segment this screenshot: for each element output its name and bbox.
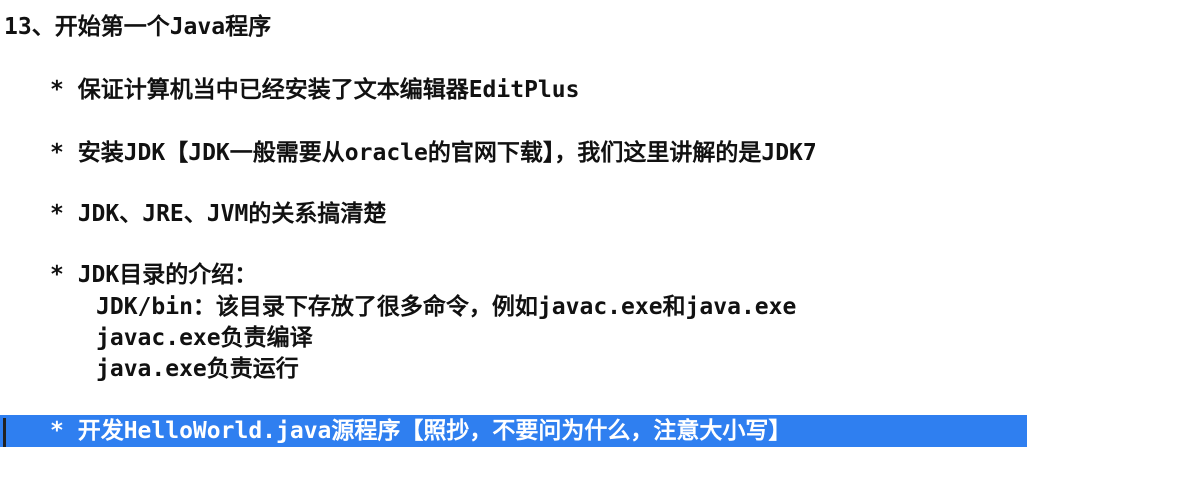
jdk-bin-description: JDK/bin：该目录下存放了很多命令，例如javac.exe和java.exe <box>96 294 797 320</box>
bullet-jdk-jre-jvm: * JDK、JRE、JVM的关系搞清楚 <box>50 201 387 227</box>
selected-text-line[interactable]: * 开发HelloWorld.java源程序【照抄，不要问为什么，注意大小写】 <box>0 415 1027 447</box>
bullet-jdk-directory: * JDK目录的介绍： <box>50 262 258 288</box>
javac-description: javac.exe负责编译 <box>96 325 313 351</box>
text-cursor <box>3 418 6 447</box>
java-description: java.exe负责运行 <box>96 356 299 382</box>
section-title: 13、开始第一个Java程序 <box>4 14 272 40</box>
text-editor-area[interactable]: 13、开始第一个Java程序 * 保证计算机当中已经安装了文本编辑器EditPl… <box>0 0 1181 478</box>
bullet-editplus: * 保证计算机当中已经安装了文本编辑器EditPlus <box>50 77 580 103</box>
bullet-helloworld: * 开发HelloWorld.java源程序【照抄，不要问为什么，注意大小写】 <box>50 418 792 444</box>
bullet-install-jdk: * 安装JDK【JDK一般需要从oracle的官网下载】，我们这里讲解的是JDK… <box>50 140 817 166</box>
